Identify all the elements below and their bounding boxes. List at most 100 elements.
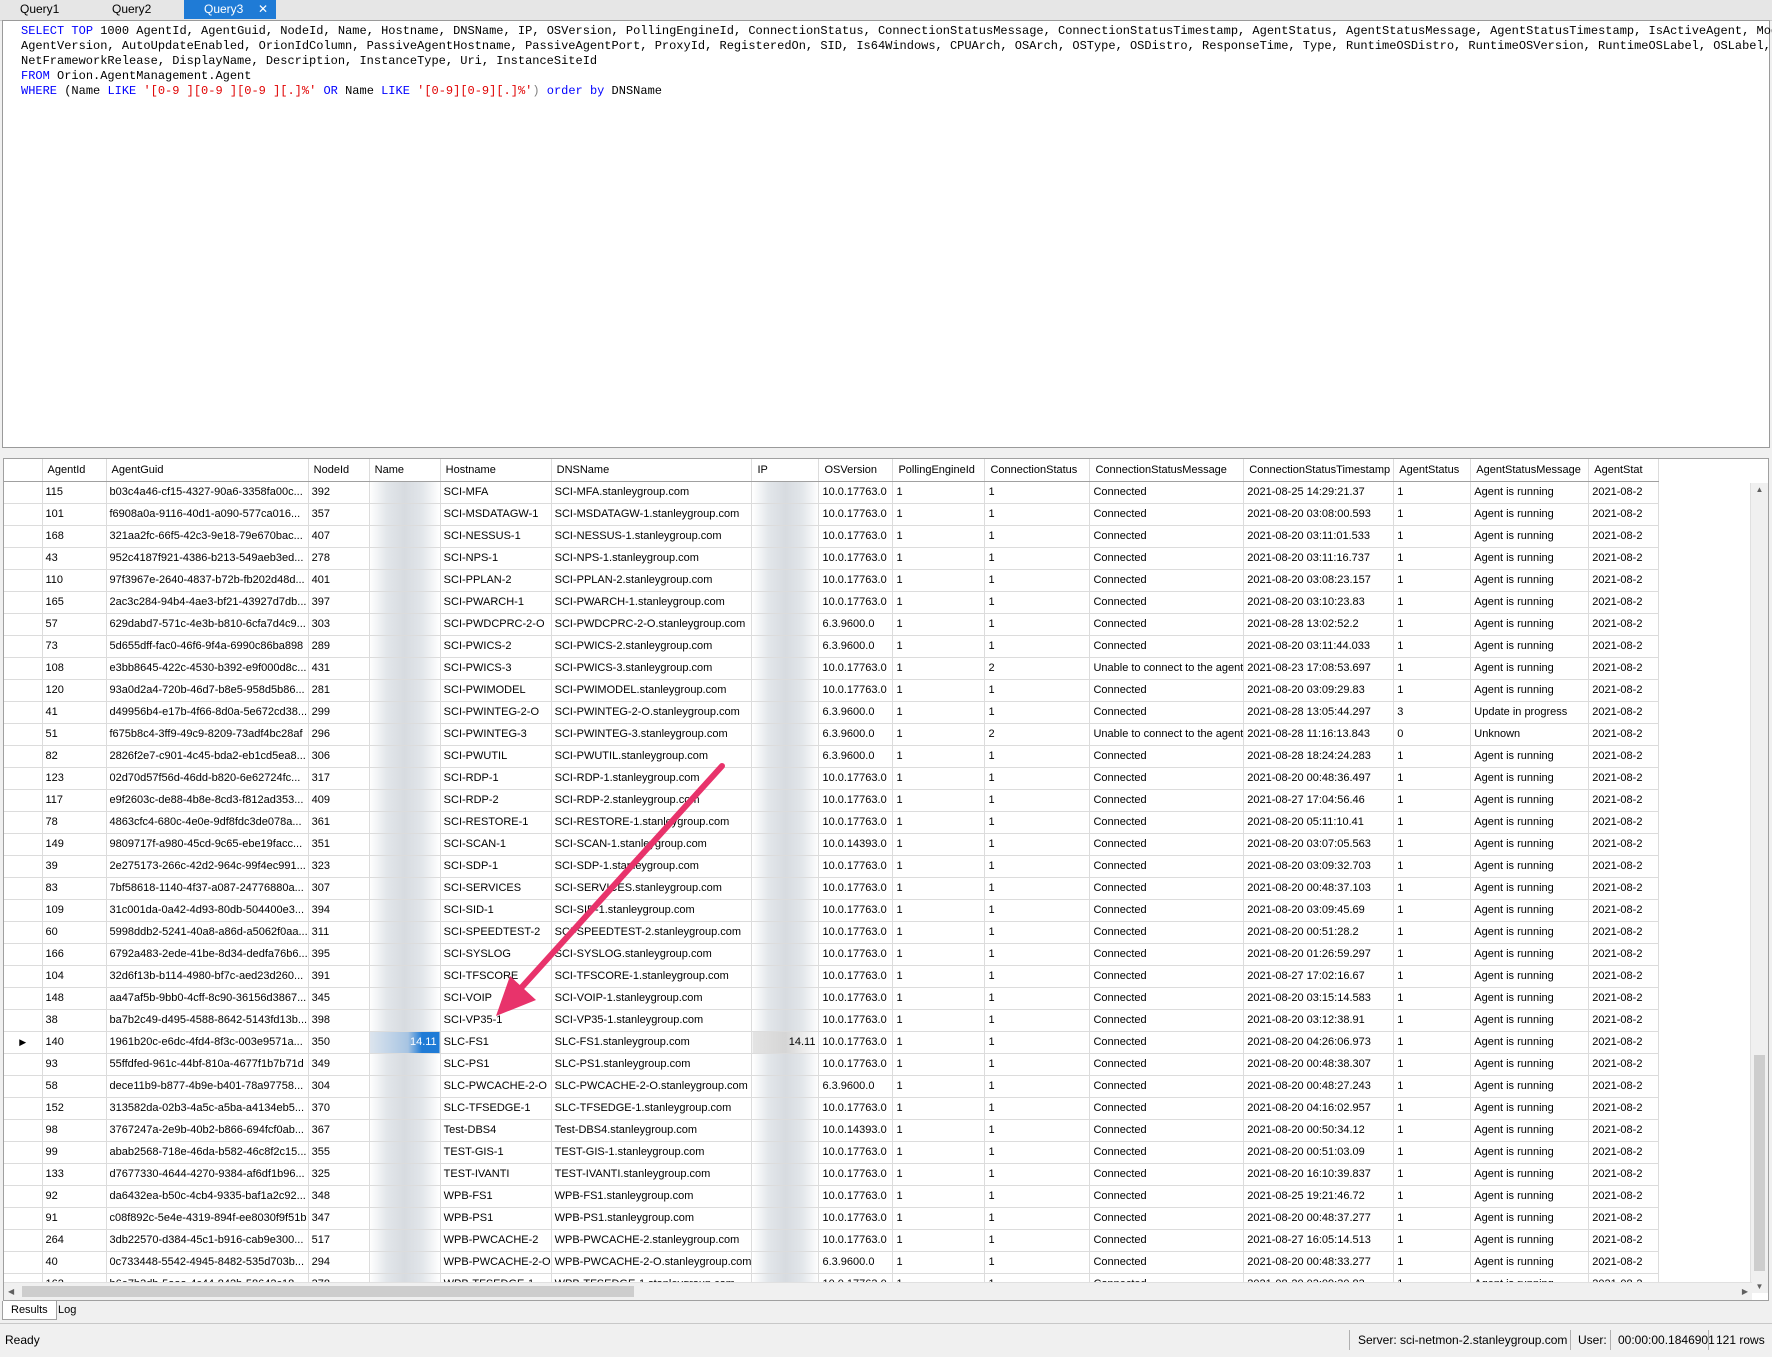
cell-ip[interactable] [751, 1207, 820, 1230]
cell-osversion[interactable]: 10.0.17763.0 [818, 1031, 894, 1054]
cell-agentstat[interactable]: 2021-08-2 [1588, 965, 1660, 988]
table-row[interactable]: 40 0c733448-5542-4945-8482-535d703b... 294… [4, 1251, 1660, 1274]
cell-osversion[interactable]: 6.3.9600.0 [818, 1075, 894, 1098]
cell-ip[interactable] [751, 789, 820, 812]
cell-dnsname[interactable]: SCI-RESTORE-1.stanleygroup.com [551, 811, 753, 834]
cell-connectionstatusmessage[interactable]: Connected [1089, 613, 1245, 636]
cell-name[interactable] [369, 965, 441, 988]
splitter[interactable] [0, 448, 1772, 458]
cell-agentstatusmessage[interactable]: Unknown [1470, 723, 1590, 746]
cell-pollingengineid[interactable]: 1 [892, 811, 986, 834]
cell-ip[interactable] [751, 723, 820, 746]
cell-dnsname[interactable]: SLC-TFSEDGE-1.stanleygroup.com [551, 1097, 753, 1120]
cell-name[interactable] [369, 635, 441, 658]
cell-name[interactable] [369, 525, 441, 548]
cell-agentstatus[interactable]: 3 [1393, 701, 1472, 724]
cell-dnsname[interactable]: SLC-PWCACHE-2-O.stanleygroup.com [551, 1075, 753, 1098]
cell-agentid[interactable]: 120 [42, 679, 107, 702]
cell-agentstatusmessage[interactable]: Agent is running [1470, 591, 1590, 614]
cell-agentstat[interactable]: 2021-08-2 [1588, 547, 1660, 570]
cell-dnsname[interactable]: SCI-VP35-1.stanleygroup.com [551, 1009, 753, 1032]
cell-connectionstatus[interactable]: 1 [984, 503, 1091, 526]
table-row[interactable]: 115 b03c4a46-cf15-4327-90a6-3358fa00c... 3… [4, 481, 1660, 504]
row-header[interactable] [4, 1053, 43, 1076]
cell-agentstatus[interactable]: 1 [1393, 965, 1472, 988]
row-header[interactable] [4, 1207, 43, 1230]
cell-agentguid[interactable]: 2e275173-266c-42d2-964c-99f4ec991... [106, 855, 309, 878]
cell-connectionstatusmessage[interactable]: Connected [1089, 1163, 1245, 1186]
cell-agentstat[interactable]: 2021-08-2 [1588, 745, 1660, 768]
cell-nodeid[interactable]: 296 [308, 723, 370, 746]
row-header[interactable] [4, 877, 43, 900]
cell-agentstatusmessage[interactable]: Agent is running [1470, 1185, 1590, 1208]
cell-name[interactable] [369, 745, 441, 768]
cell-agentguid[interactable]: aa47af5b-9bb0-4cff-8c90-36156d3867... [106, 987, 309, 1010]
cell-hostname[interactable]: SCI-PWINTEG-3 [440, 723, 552, 746]
cell-agentstatus[interactable]: 1 [1393, 613, 1472, 636]
cell-agentstat[interactable]: 2021-08-2 [1588, 811, 1660, 834]
cell-name[interactable] [369, 833, 441, 856]
cell-hostname[interactable]: SCI-PWARCH-1 [440, 591, 552, 614]
row-header[interactable] [4, 635, 43, 658]
cell-hostname[interactable]: SCI-NESSUS-1 [440, 525, 552, 548]
cell-hostname[interactable]: SLC-PS1 [440, 1053, 552, 1076]
cell-connectionstatus[interactable]: 1 [984, 635, 1091, 658]
cell-connectionstatustimestamp[interactable]: 2021-08-20 03:08:23.157 [1243, 569, 1395, 592]
cell-pollingengineid[interactable]: 1 [892, 767, 986, 790]
cell-connectionstatus[interactable]: 1 [984, 1009, 1091, 1032]
cell-ip[interactable] [751, 965, 820, 988]
table-row[interactable]: 78 4863cfc4-680c-4e0e-9df8fdc3de078a... 36… [4, 811, 1660, 834]
cell-agentguid[interactable]: 952c4187f921-4386-b213-549aeb3ed... [106, 547, 309, 570]
cell-hostname[interactable]: SCI-MFA [440, 481, 552, 504]
cell-agentstat[interactable]: 2021-08-2 [1588, 855, 1660, 878]
cell-name[interactable] [369, 1207, 441, 1230]
cell-nodeid[interactable]: 278 [308, 547, 370, 570]
cell-connectionstatusmessage[interactable]: Connected [1089, 635, 1245, 658]
column-header-name[interactable]: Name [369, 459, 441, 482]
cell-connectionstatustimestamp[interactable]: 2021-08-25 19:21:46.72 [1243, 1185, 1395, 1208]
cell-connectionstatus[interactable]: 1 [984, 877, 1091, 900]
cell-dnsname[interactable]: SLC-PS1.stanleygroup.com [551, 1053, 753, 1076]
cell-name[interactable] [369, 1141, 441, 1164]
cell-name[interactable]: 14.11 [369, 1031, 441, 1054]
cell-osversion[interactable]: 10.0.14393.0 [818, 1119, 894, 1142]
cell-agentguid[interactable]: 2826f2e7-c901-4c45-bda2-eb1cd5ea8... [106, 745, 309, 768]
cell-dnsname[interactable]: SLC-FS1.stanleygroup.com [551, 1031, 753, 1054]
cell-pollingengineid[interactable]: 1 [892, 503, 986, 526]
row-header[interactable] [4, 1009, 43, 1032]
cell-ip[interactable] [751, 987, 820, 1010]
cell-nodeid[interactable]: 398 [308, 1009, 370, 1032]
cell-pollingengineid[interactable]: 1 [892, 591, 986, 614]
cell-agentid[interactable]: 82 [42, 745, 107, 768]
cell-pollingengineid[interactable]: 1 [892, 613, 986, 636]
table-row[interactable]: 110 97f3967e-2640-4837-b72b-fb202d48d... 4… [4, 569, 1660, 592]
cell-nodeid[interactable]: 370 [308, 1097, 370, 1120]
cell-agentstat[interactable]: 2021-08-2 [1588, 1119, 1660, 1142]
cell-osversion[interactable]: 10.0.17763.0 [818, 965, 894, 988]
cell-ip[interactable] [751, 877, 820, 900]
cell-connectionstatusmessage[interactable]: Connected [1089, 525, 1245, 548]
cell-agentguid[interactable]: 7bf58618-1140-4f37-a087-24776880a... [106, 877, 309, 900]
cell-hostname[interactable]: SCI-PWICS-2 [440, 635, 552, 658]
cell-pollingengineid[interactable]: 1 [892, 921, 986, 944]
results-grid[interactable]: AgentId AgentGuid NodeId Name Hostname DNSNam… [3, 458, 1769, 1301]
cell-agentid[interactable]: 108 [42, 657, 107, 680]
cell-osversion[interactable]: 6.3.9600.0 [818, 613, 894, 636]
cell-osversion[interactable]: 10.0.17763.0 [818, 679, 894, 702]
cell-osversion[interactable]: 10.0.17763.0 [818, 525, 894, 548]
cell-agentguid[interactable]: 5998ddb2-5241-40a8-a86d-a5062f0aa... [106, 921, 309, 944]
cell-agentguid[interactable]: 313582da-02b3-4a5c-a5ba-a4134eb5... [106, 1097, 309, 1120]
table-row[interactable]: 92 da6432ea-b50c-4cb4-9335-baf1a2c92... 34… [4, 1185, 1660, 1208]
cell-nodeid[interactable]: 345 [308, 987, 370, 1010]
cell-agentstatusmessage[interactable]: Agent is running [1470, 547, 1590, 570]
cell-osversion[interactable]: 10.0.17763.0 [818, 1185, 894, 1208]
cell-nodeid[interactable]: 395 [308, 943, 370, 966]
cell-dnsname[interactable]: SCI-PWARCH-1.stanleygroup.com [551, 591, 753, 614]
cell-connectionstatus[interactable]: 1 [984, 767, 1091, 790]
cell-ip[interactable] [751, 591, 820, 614]
cell-agentstat[interactable]: 2021-08-2 [1588, 1009, 1660, 1032]
cell-nodeid[interactable]: 355 [308, 1141, 370, 1164]
cell-name[interactable] [369, 1185, 441, 1208]
cell-agentguid[interactable]: 629dabd7-571c-4e3b-b810-6cfa7d4c9... [106, 613, 309, 636]
cell-agentstatusmessage[interactable]: Agent is running [1470, 745, 1590, 768]
